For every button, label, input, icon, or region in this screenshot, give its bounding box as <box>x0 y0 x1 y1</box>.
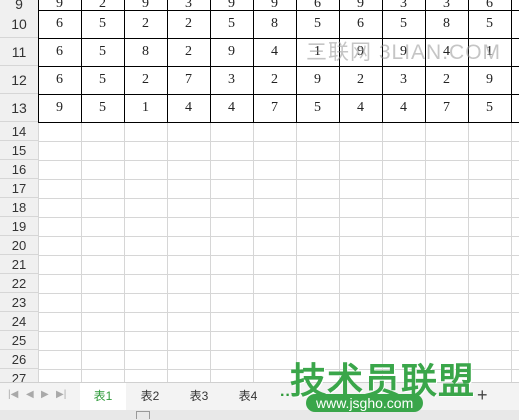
data-border <box>124 0 125 123</box>
row-header[interactable]: 12 <box>0 66 38 94</box>
status-bar <box>0 410 519 420</box>
table-cell[interactable]: 2 <box>124 10 167 38</box>
sheet-tab[interactable]: 表3 <box>176 383 222 410</box>
grid-line <box>38 331 519 332</box>
table-cell[interactable]: 7 <box>167 66 210 94</box>
sheet-tab[interactable]: 表4 <box>225 383 271 410</box>
table-cell[interactable]: 5 <box>81 94 124 122</box>
grid-line <box>38 312 519 313</box>
table-cell[interactable]: 2 <box>339 66 382 94</box>
table-cell[interactable]: 5 <box>81 66 124 94</box>
table-cell[interactable]: 5 <box>296 94 339 122</box>
table-cell[interactable]: 8 <box>124 38 167 66</box>
row-header[interactable]: 11 <box>0 38 38 66</box>
grid-line <box>38 274 519 275</box>
table-cell[interactable]: 5 <box>468 94 511 122</box>
data-border <box>38 10 519 11</box>
row-header[interactable]: 19 <box>0 217 38 236</box>
watermark-3lian: 三联网 3LIAN.COM <box>306 41 502 64</box>
grid-line <box>38 198 519 199</box>
table-cell[interactable]: 8 <box>425 10 468 38</box>
table-cell[interactable]: 2 <box>167 10 210 38</box>
row-header[interactable]: 26 <box>0 350 38 369</box>
table-cell[interactable]: 6 <box>38 10 81 38</box>
grid-line <box>38 255 519 256</box>
add-sheet-button[interactable]: + <box>477 385 488 406</box>
table-cell[interactable]: 4 <box>210 94 253 122</box>
table-cell[interactable]: 5 <box>210 10 253 38</box>
row-header[interactable]: 10 <box>0 10 38 38</box>
table-cell[interactable]: 3 <box>210 66 253 94</box>
table-cell[interactable]: 5 <box>81 38 124 66</box>
table-cell[interactable]: 5 <box>81 10 124 38</box>
row-header[interactable]: 21 <box>0 255 38 274</box>
row-header[interactable]: 20 <box>0 236 38 255</box>
grid-line <box>38 293 519 294</box>
table-cell[interactable]: 7 <box>253 94 296 122</box>
row-header[interactable]: 16 <box>0 160 38 179</box>
first-sheet-icon[interactable]: |◀ <box>8 389 18 400</box>
prev-sheet-icon[interactable]: ◀ <box>26 389 34 400</box>
data-border <box>38 0 39 123</box>
grid-line <box>38 141 519 142</box>
data-border <box>38 122 519 123</box>
table-cell[interactable]: 2 <box>253 66 296 94</box>
row-header[interactable]: 25 <box>0 331 38 350</box>
data-border <box>210 0 211 123</box>
table-cell[interactable]: 4 <box>382 94 425 122</box>
table-cell[interactable]: 9 <box>38 94 81 122</box>
table-cell[interactable]: 8 <box>253 10 296 38</box>
table-cell[interactable]: 2 <box>167 38 210 66</box>
sheet-tab[interactable]: 表2 <box>127 383 173 410</box>
table-cell[interactable]: 1 <box>124 94 167 122</box>
row-header[interactable]: 17 <box>0 179 38 198</box>
table-cell[interactable]: 6 <box>38 66 81 94</box>
grid-line <box>38 350 519 351</box>
data-border <box>38 94 519 95</box>
grid-line <box>38 160 519 161</box>
table-cell[interactable]: 5 <box>382 10 425 38</box>
row-header[interactable]: 14 <box>0 122 38 141</box>
table-cell[interactable]: 2 <box>425 66 468 94</box>
data-border <box>511 0 512 123</box>
row-header[interactable]: 13 <box>0 94 38 122</box>
table-cell[interactable]: 5 <box>296 10 339 38</box>
next-sheet-icon[interactable]: ▶ <box>41 389 49 400</box>
status-monitor-icon <box>136 411 150 419</box>
data-border <box>81 0 82 123</box>
row-header[interactable]: 18 <box>0 198 38 217</box>
row-header[interactable]: 24 <box>0 312 38 331</box>
row-header[interactable]: 27 <box>0 369 38 382</box>
table-cell[interactable]: 9 <box>296 66 339 94</box>
row-header[interactable]: 22 <box>0 274 38 293</box>
table-cell[interactable]: 4 <box>167 94 210 122</box>
data-border <box>167 0 168 123</box>
table-cell[interactable]: 2 <box>124 66 167 94</box>
table-cell[interactable]: 9 <box>210 38 253 66</box>
row-header[interactable]: 23 <box>0 293 38 312</box>
data-border <box>296 0 297 123</box>
row-header[interactable]: 15 <box>0 141 38 160</box>
last-sheet-icon[interactable]: ▶| <box>56 389 66 400</box>
grid-line <box>38 179 519 180</box>
data-border <box>253 0 254 123</box>
watermark-url: www.jsgho.com <box>306 394 424 412</box>
table-cell[interactable]: 6 <box>339 10 382 38</box>
data-border <box>38 66 519 67</box>
table-cell[interactable]: 4 <box>253 38 296 66</box>
table-cell[interactable]: 4 <box>339 94 382 122</box>
table-cell[interactable]: 9 <box>468 66 511 94</box>
table-cell[interactable]: 5 <box>468 10 511 38</box>
grid-line <box>38 217 519 218</box>
table-cell[interactable]: 6 <box>38 38 81 66</box>
sheet-tab[interactable]: 表1 <box>80 383 126 410</box>
table-cell[interactable]: 7 <box>425 94 468 122</box>
table-cell[interactable]: 3 <box>382 66 425 94</box>
grid-line <box>38 236 519 237</box>
